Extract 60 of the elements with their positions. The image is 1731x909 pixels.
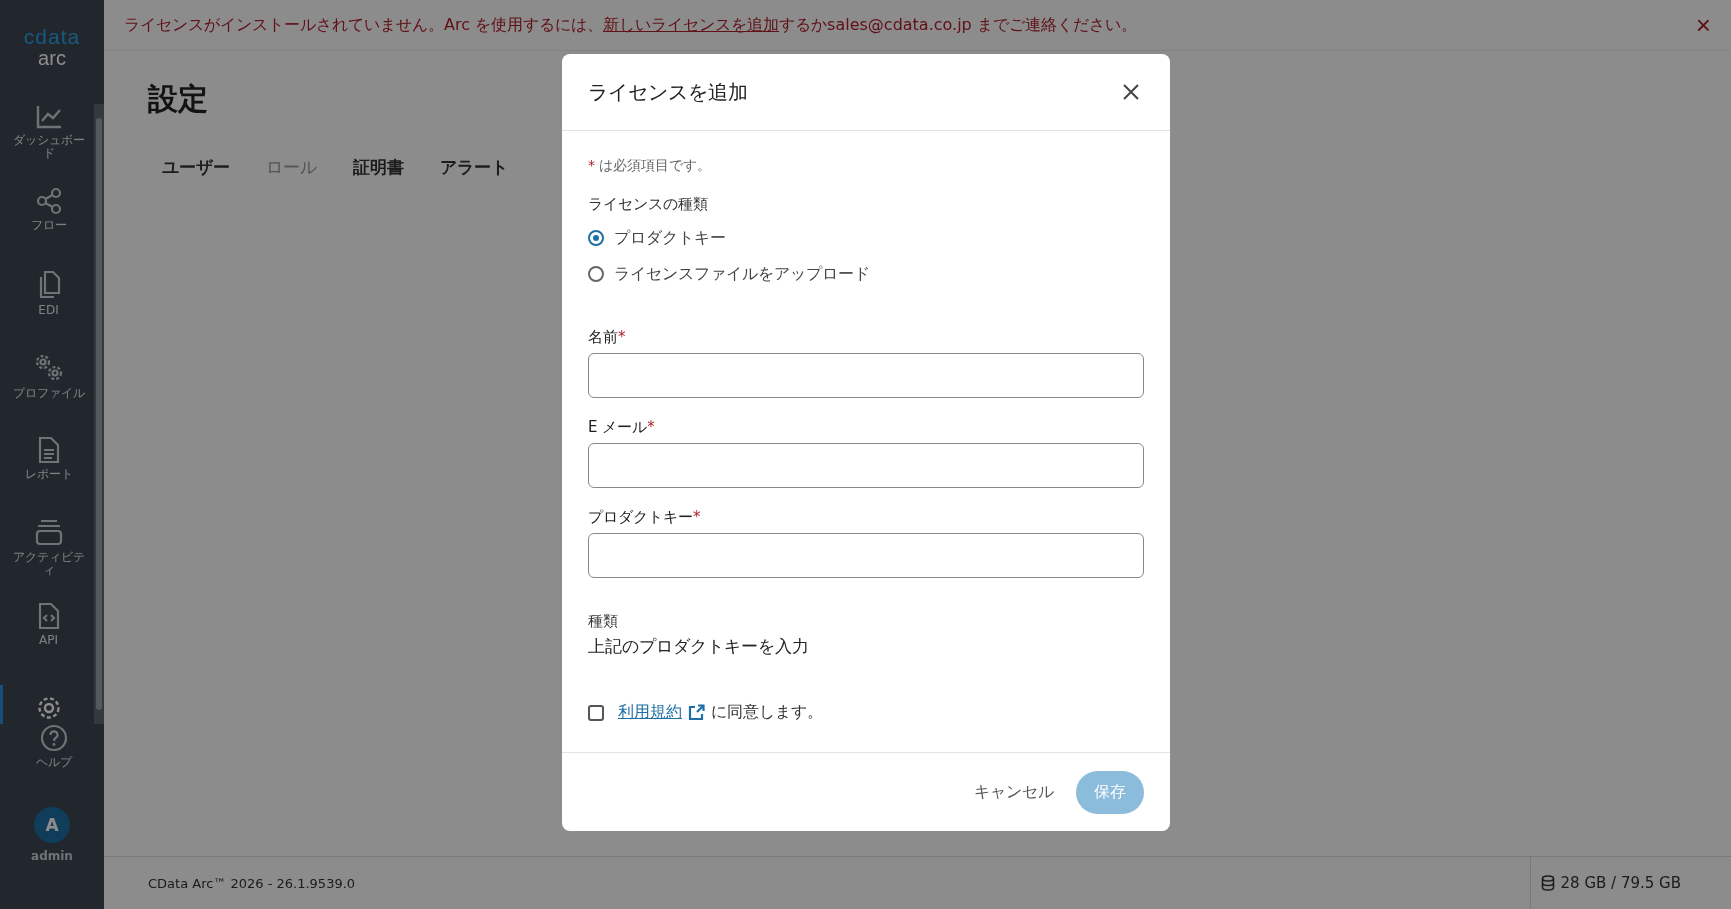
input-field[interactable]: [588, 533, 1144, 578]
radio-button[interactable]: [588, 230, 604, 246]
type-value: 上記のプロダクトキーを入力: [588, 635, 810, 658]
page-title: 設定: [148, 80, 208, 118]
nav-label: アクティビティ: [11, 551, 86, 577]
required-mark: *: [618, 328, 626, 346]
tab[interactable]: アラート: [426, 150, 522, 185]
code-file-icon: [37, 602, 60, 630]
nav-label: ヘルプ: [34, 756, 74, 769]
user-avatar[interactable]: A: [34, 807, 70, 843]
license-warning-message: ライセンスがインストールされていません。Arc を使用するには、新しいライセンスを追加するかsales@cdata.co.jp までご連絡ください。: [124, 14, 1138, 36]
field-label: 名前*: [588, 328, 627, 347]
nav-label: フロー: [29, 219, 68, 232]
scrollbar[interactable]: [94, 104, 104, 724]
nav-item[interactable]: フロー: [0, 187, 94, 270]
nav-label: ダッシュボード: [11, 134, 86, 160]
input-field[interactable]: [588, 443, 1144, 488]
nav-label: EDI: [37, 304, 60, 317]
type-label: 種類: [588, 612, 619, 631]
external-link-icon: [688, 704, 705, 721]
logo-brand: cdata: [23, 26, 81, 47]
nav-item[interactable]: ダッシュボード: [0, 104, 94, 187]
nav-label: API: [38, 634, 59, 647]
nav-item[interactable]: アクティビティ: [0, 519, 94, 602]
input-field[interactable]: [588, 353, 1144, 398]
field-label: プロダクトキー*: [588, 508, 702, 527]
required-mark: *: [693, 508, 701, 526]
help-icon: [39, 724, 68, 752]
dialog-title: ライセンスを追加: [588, 78, 748, 106]
terms-text: に同意します。: [711, 702, 823, 723]
nav-item[interactable]: レポート: [0, 436, 94, 519]
share-icon: [34, 187, 63, 215]
field-label: E メール*: [588, 418, 656, 437]
version-text: CData Arc™ 2026 - 26.1.9539.0: [148, 875, 356, 891]
layers-icon: [33, 519, 64, 547]
radio-label: ライセンスファイルをアップロード: [614, 263, 870, 285]
radio-label: プロダクトキー: [614, 227, 726, 249]
database-icon: [1540, 875, 1555, 891]
nav-label: プロファイル: [11, 387, 86, 400]
nav-item[interactable]: ヘルプ: [0, 724, 104, 807]
add-license-link[interactable]: 新しいライセンスを追加: [603, 14, 780, 34]
nav-item[interactable]: EDI: [0, 270, 94, 353]
chart-icon: [34, 104, 63, 130]
license-type-label: ライセンスの種類: [588, 195, 709, 214]
terms-link[interactable]: 利用規約: [618, 702, 682, 723]
document-icon: [37, 436, 60, 464]
required-note: * は必須項目です。: [588, 157, 713, 175]
close-button[interactable]: ×: [1695, 9, 1711, 41]
cancel-button[interactable]: キャンセル: [968, 780, 1060, 804]
nav-item[interactable]: API: [0, 602, 94, 685]
user-name: admin: [31, 849, 73, 863]
nav-label: レポート: [23, 468, 74, 481]
required-mark: *: [647, 418, 655, 436]
tab[interactable]: 証明書: [339, 150, 418, 185]
nav-item[interactable]: プロファイル: [0, 353, 94, 436]
tab[interactable]: ユーザー: [148, 150, 244, 185]
storage-usage: 28 GB / 79.5 GB: [1560, 874, 1681, 892]
radio-button[interactable]: [588, 266, 604, 282]
logo-product: arc: [38, 47, 66, 69]
terms-checkbox[interactable]: [588, 704, 604, 721]
